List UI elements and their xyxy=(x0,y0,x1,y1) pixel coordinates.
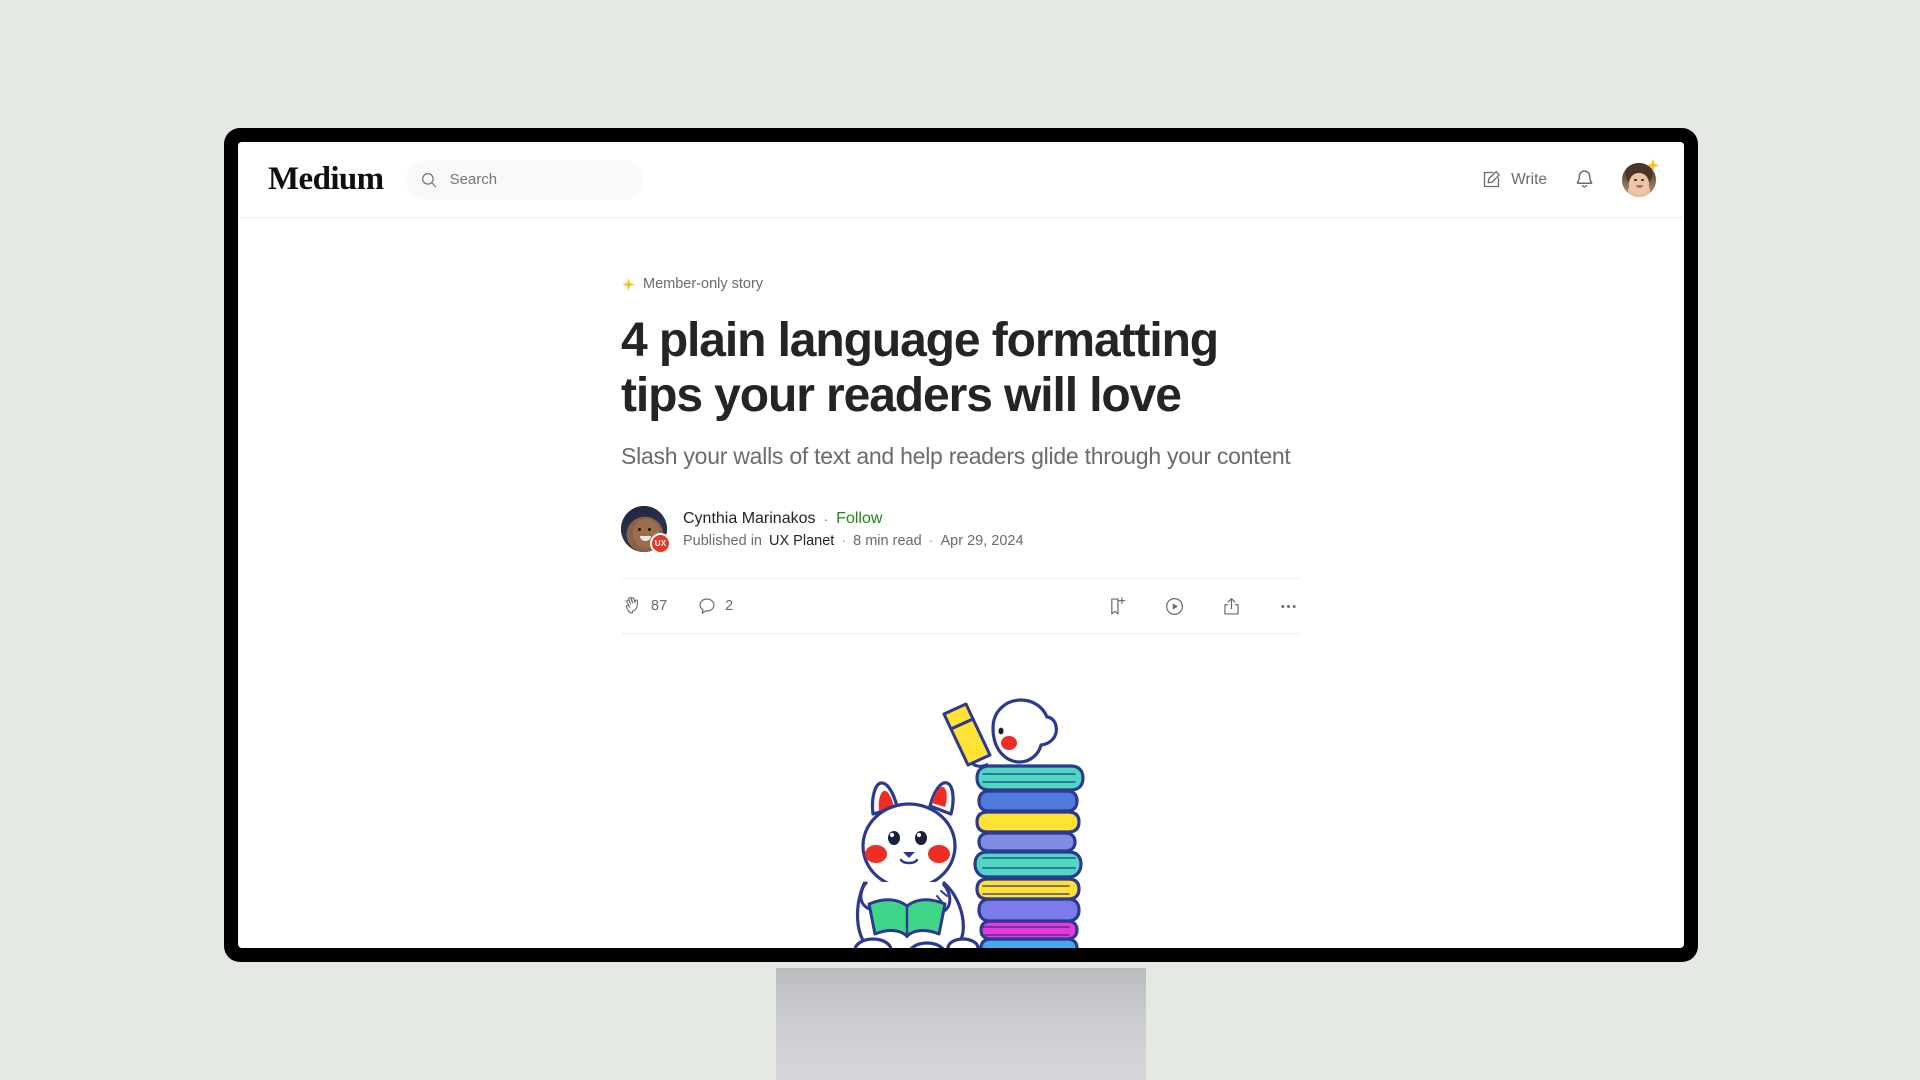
monitor-bezel: Medium Write xyxy=(224,128,1698,962)
comment-bubble-icon xyxy=(699,598,715,615)
byline-text: Cynthia Marinakos · Follow Published in … xyxy=(683,510,1024,549)
comment-button[interactable]: 2 xyxy=(697,596,733,616)
top-navigation-bar: Medium Write xyxy=(238,142,1684,218)
avatar-face xyxy=(1629,172,1649,194)
write-pencil-icon xyxy=(1483,171,1501,188)
screen: Medium Write xyxy=(238,142,1684,948)
byline: UX Cynthia Marinakos · Follow Published … xyxy=(621,506,1301,555)
article-container: Member-only story 4 plain language forma… xyxy=(238,218,1684,948)
engagement-right-group xyxy=(1107,596,1299,617)
byline-author-row: Cynthia Marinakos · Follow xyxy=(683,510,1024,528)
play-circle-icon xyxy=(1166,597,1183,615)
write-button[interactable]: Write xyxy=(1481,169,1547,190)
read-time: 8 min read xyxy=(853,532,922,549)
page-title: 4 plain language formatting tips your re… xyxy=(621,314,1219,422)
publication-name[interactable]: UX Planet xyxy=(769,533,834,549)
author-avatar-eye-left xyxy=(638,527,642,531)
follow-button[interactable]: Follow xyxy=(836,510,882,528)
listen-button[interactable] xyxy=(1164,596,1185,617)
article-hero-image xyxy=(621,686,1301,948)
engagement-left-group: 87 2 xyxy=(623,596,733,616)
author-avatar-button[interactable]: UX xyxy=(621,506,671,555)
bookmark-add-icon xyxy=(1111,597,1126,615)
meta-separator-2: · xyxy=(928,532,934,549)
publication-badge: UX xyxy=(650,533,671,555)
user-avatar-button[interactable] xyxy=(1622,158,1660,197)
share-icon xyxy=(1224,597,1239,615)
ellipsis-icon xyxy=(1281,604,1296,608)
author-avatar-eye-right xyxy=(647,527,651,531)
notifications-button[interactable] xyxy=(1573,168,1596,191)
comment-count: 2 xyxy=(725,598,734,615)
search-field[interactable] xyxy=(405,159,643,200)
member-only-label: Member-only story xyxy=(643,276,764,292)
save-button[interactable] xyxy=(1107,596,1128,617)
search-input[interactable] xyxy=(449,171,629,188)
monitor-stand xyxy=(776,968,1146,1080)
write-label: Write xyxy=(1511,170,1547,188)
article-subtitle: Slash your walls of text and help reader… xyxy=(621,443,1291,470)
clap-count: 87 xyxy=(651,598,668,615)
article-column: Member-only story 4 plain language forma… xyxy=(621,276,1301,948)
publish-date: Apr 29, 2024 xyxy=(940,532,1024,549)
star-four-point-icon xyxy=(622,277,635,291)
byline-separator: · xyxy=(823,510,829,527)
clap-button[interactable]: 87 xyxy=(623,596,667,616)
more-options-button[interactable] xyxy=(1278,596,1299,617)
sparkle-icon xyxy=(1646,158,1660,172)
author-name[interactable]: Cynthia Marinakos xyxy=(683,510,816,528)
medium-logo[interactable]: Medium xyxy=(268,163,384,196)
meta-separator-1: · xyxy=(841,532,847,549)
search-icon xyxy=(421,172,436,187)
published-in-label: Published in xyxy=(683,532,762,549)
member-only-badge: Member-only story xyxy=(621,276,1301,292)
avatar-eye-right xyxy=(1641,178,1644,182)
byline-meta-row: Published in UX Planet · 8 min read · Ap… xyxy=(683,533,1024,549)
cats-reading-books-illustration xyxy=(853,698,1085,948)
engagement-bar: 87 2 xyxy=(621,578,1301,635)
bell-icon xyxy=(1576,170,1593,188)
share-button[interactable] xyxy=(1221,596,1242,617)
topbar-actions: Write xyxy=(1481,158,1660,197)
clap-icon xyxy=(624,596,639,615)
